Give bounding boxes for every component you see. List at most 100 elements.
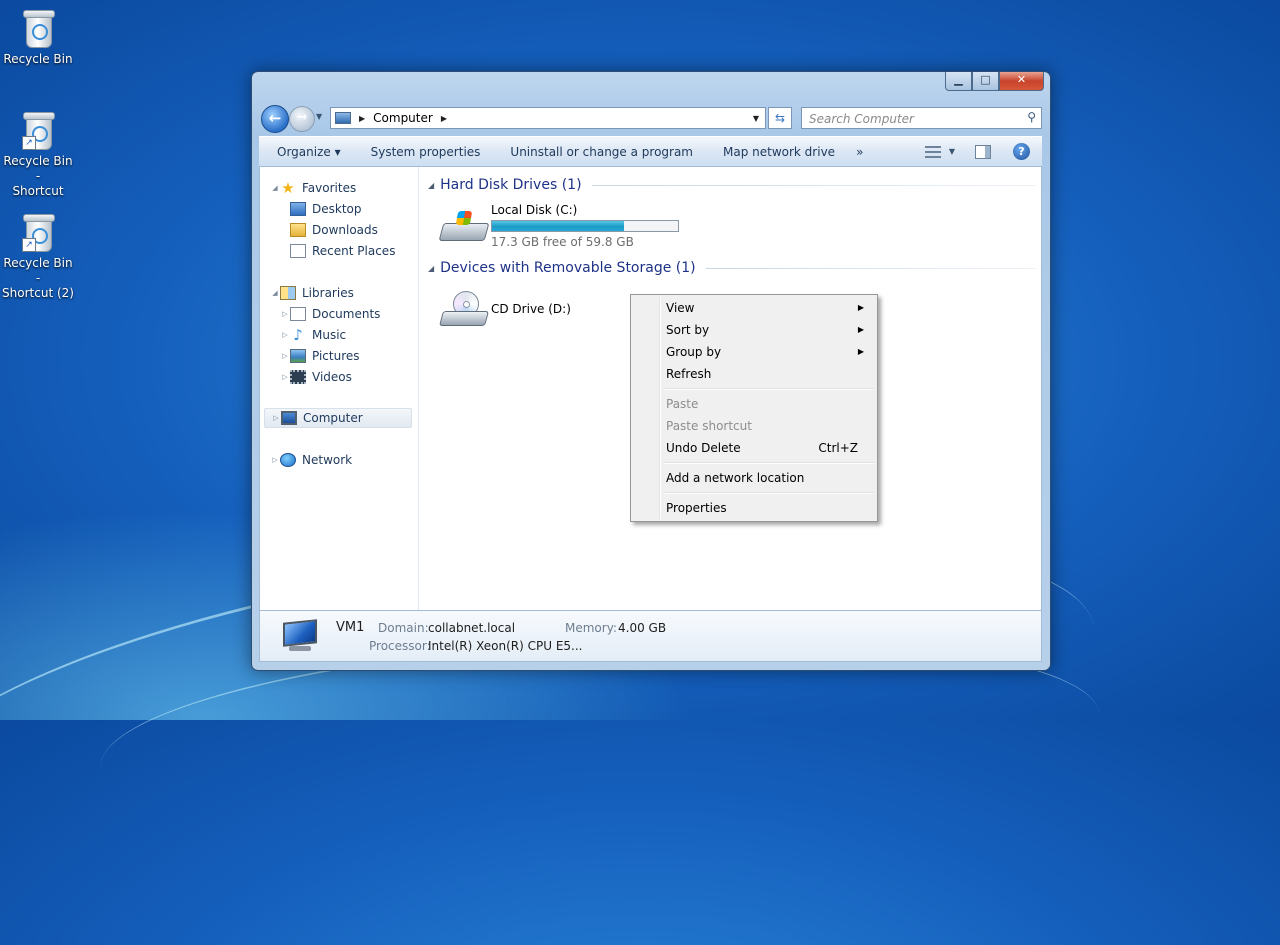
collapse-group-icon[interactable]: ◢ xyxy=(428,181,434,190)
menu-label: Refresh xyxy=(666,367,712,381)
submenu-arrow-icon: ▶ xyxy=(857,347,864,356)
expand-icon[interactable]: ▷ xyxy=(280,367,290,387)
nav-documents[interactable]: ▷ Documents xyxy=(280,304,380,324)
menu-item-view[interactable]: View ▶ xyxy=(634,297,874,319)
breadcrumb-separator-icon[interactable]: ▶ xyxy=(441,114,447,123)
search-box[interactable]: ⚲ xyxy=(801,107,1042,129)
recent-places-icon xyxy=(290,244,306,258)
menu-separator xyxy=(663,492,874,494)
collapse-group-icon[interactable]: ◢ xyxy=(428,264,434,273)
nav-computer[interactable]: ▷ Computer xyxy=(264,408,412,428)
expand-icon[interactable]: ▷ xyxy=(280,346,290,366)
pictures-icon xyxy=(290,349,306,363)
close-button[interactable]: ✕ xyxy=(999,72,1044,91)
group-divider xyxy=(705,267,1036,269)
nav-recent-places[interactable]: Recent Places xyxy=(290,241,395,261)
forward-button[interactable]: → xyxy=(289,106,315,132)
nav-network[interactable]: ▷ Network xyxy=(270,450,352,470)
system-properties-button[interactable]: System properties xyxy=(356,145,496,159)
expand-icon[interactable]: ▷ xyxy=(280,304,290,324)
music-icon: ♪ xyxy=(293,326,303,344)
nav-downloads[interactable]: Downloads xyxy=(290,220,378,240)
menu-item-sort-by[interactable]: Sort by ▶ xyxy=(634,319,874,341)
more-commands-button[interactable]: » xyxy=(850,145,878,159)
nav-music[interactable]: ▷ ♪ Music xyxy=(280,325,346,345)
submenu-arrow-icon: ▶ xyxy=(857,303,864,312)
forward-arrow-icon: → xyxy=(296,110,308,125)
refresh-button[interactable]: ⇆ xyxy=(768,107,792,129)
collapse-icon[interactable]: ◢ xyxy=(270,178,280,198)
desktop-icon-label: Recycle Bin - xyxy=(3,256,73,285)
nav-label: Favorites xyxy=(302,181,357,195)
recent-pages-dropdown[interactable]: ▼ xyxy=(316,112,322,121)
nav-label: Videos xyxy=(312,370,352,384)
menu-item-paste[interactable]: Paste xyxy=(634,393,874,415)
address-bar[interactable]: ▶ Computer ▶ ▼ xyxy=(330,107,766,129)
group-header-removable[interactable]: ◢ Devices with Removable Storage (1) xyxy=(428,260,1036,276)
drive-usage-bar xyxy=(491,220,679,232)
menu-label: Undo Delete xyxy=(666,441,741,455)
context-menu: View ▶ Sort by ▶ Group by ▶ Refresh Past… xyxy=(630,294,878,522)
menu-item-undo-delete[interactable]: Undo Delete Ctrl+Z xyxy=(634,437,874,459)
menu-item-properties[interactable]: Properties xyxy=(634,497,874,519)
caption-buttons: ▁ □ ✕ xyxy=(945,72,1044,91)
minimize-button[interactable]: ▁ xyxy=(945,72,972,91)
menu-label: Add a network location xyxy=(666,471,805,485)
processor-value: Intel(R) Xeon(R) CPU E5... xyxy=(428,639,583,653)
expand-icon[interactable]: ▷ xyxy=(270,450,280,470)
help-icon[interactable]: ? xyxy=(1013,143,1030,160)
drive-free-space: 17.3 GB free of 59.8 GB xyxy=(491,235,634,249)
menu-label: Paste shortcut xyxy=(666,419,752,433)
menu-item-group-by[interactable]: Group by ▶ xyxy=(634,341,874,363)
expand-icon[interactable]: ▷ xyxy=(271,408,281,428)
menu-label: Properties xyxy=(666,501,727,515)
details-pane: VM1 Domain: collabnet.local Memory: 4.00… xyxy=(259,610,1042,662)
computer-icon xyxy=(281,411,297,425)
search-icon[interactable]: ⚲ xyxy=(1027,110,1036,124)
group-title: Devices with Removable Storage (1) xyxy=(440,260,696,276)
nav-favorites[interactable]: ◢ ★ Favorites xyxy=(270,178,356,198)
group-header-hard-disk[interactable]: ◢ Hard Disk Drives (1) xyxy=(428,177,1036,193)
nav-libraries[interactable]: ◢ Libraries xyxy=(270,283,354,303)
maximize-button[interactable]: □ xyxy=(972,72,999,91)
nav-videos[interactable]: ▷ Videos xyxy=(280,367,352,387)
nav-label: Desktop xyxy=(312,202,362,216)
nav-label: Pictures xyxy=(312,349,360,363)
desktop-icon-recycle-bin-shortcut[interactable]: ↗ Recycle Bin - Shortcut xyxy=(0,110,76,199)
back-button[interactable]: ← xyxy=(261,105,289,133)
nav-pictures[interactable]: ▷ Pictures xyxy=(280,346,360,366)
nav-label: Computer xyxy=(303,411,363,425)
drive-usage-fill xyxy=(492,221,625,231)
organize-button[interactable]: Organize ▾ xyxy=(259,145,356,159)
desktop-icon-label: Shortcut xyxy=(12,184,64,198)
desktop-icon-recycle-bin[interactable]: Recycle Bin xyxy=(0,8,76,67)
navigation-pane: ◢ ★ Favorites Desktop Downloads Recent P… xyxy=(260,167,419,610)
address-history-dropdown[interactable]: ▼ xyxy=(747,114,765,123)
menu-item-add-network-location[interactable]: Add a network location xyxy=(634,467,874,489)
group-divider xyxy=(591,184,1036,186)
menu-item-refresh[interactable]: Refresh xyxy=(634,363,874,385)
documents-icon xyxy=(290,307,306,321)
collapse-icon[interactable]: ◢ xyxy=(270,283,280,303)
desktop-icon-recycle-bin-shortcut-2[interactable]: ↗ Recycle Bin - Shortcut (2) xyxy=(0,212,76,301)
breadcrumb-separator-icon[interactable]: ▶ xyxy=(359,114,365,123)
libraries-icon xyxy=(280,286,296,300)
menu-accelerator: Ctrl+Z xyxy=(818,441,858,455)
nav-desktop[interactable]: Desktop xyxy=(290,199,362,219)
computer-name: VM1 xyxy=(336,620,365,635)
nav-label: Music xyxy=(312,328,347,342)
desktop-icon-label: Shortcut (2) xyxy=(2,286,74,300)
search-input[interactable] xyxy=(807,109,1016,129)
recycle-bin-shortcut-icon: ↗ xyxy=(22,110,55,150)
menu-item-paste-shortcut[interactable]: Paste shortcut xyxy=(634,415,874,437)
change-view-icon[interactable] xyxy=(924,145,941,158)
memory-label: Memory: xyxy=(565,621,617,635)
group-title: Hard Disk Drives (1) xyxy=(440,177,582,193)
preview-pane-icon[interactable] xyxy=(975,144,991,159)
uninstall-program-button[interactable]: Uninstall or change a program xyxy=(495,145,708,159)
hard-disk-icon xyxy=(438,209,490,245)
breadcrumb-computer[interactable]: Computer xyxy=(373,111,433,125)
view-options-dropdown[interactable]: ▼ xyxy=(949,147,955,156)
map-network-drive-button[interactable]: Map network drive xyxy=(708,145,850,159)
expand-icon[interactable]: ▷ xyxy=(280,325,290,345)
